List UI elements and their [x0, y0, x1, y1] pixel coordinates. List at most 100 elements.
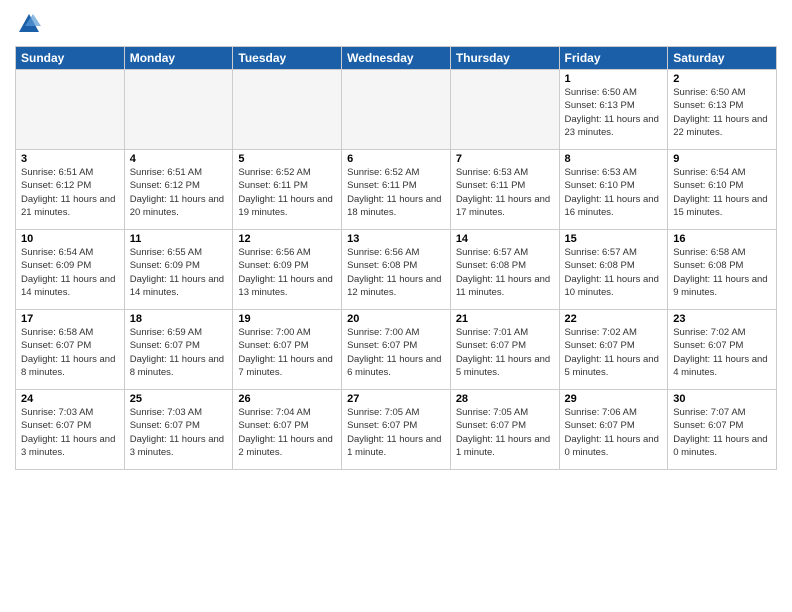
calendar-cell: 24Sunrise: 7:03 AMSunset: 6:07 PMDayligh…	[16, 390, 125, 470]
day-info: Sunrise: 6:54 AMSunset: 6:09 PMDaylight:…	[21, 246, 119, 299]
weekday-saturday: Saturday	[668, 47, 777, 70]
calendar-cell: 28Sunrise: 7:05 AMSunset: 6:07 PMDayligh…	[450, 390, 559, 470]
day-info: Sunrise: 6:59 AMSunset: 6:07 PMDaylight:…	[130, 326, 228, 379]
day-info: Sunrise: 7:04 AMSunset: 6:07 PMDaylight:…	[238, 406, 336, 459]
day-info: Sunrise: 7:03 AMSunset: 6:07 PMDaylight:…	[21, 406, 119, 459]
calendar-cell	[124, 70, 233, 150]
calendar-cell: 3Sunrise: 6:51 AMSunset: 6:12 PMDaylight…	[16, 150, 125, 230]
calendar-cell: 21Sunrise: 7:01 AMSunset: 6:07 PMDayligh…	[450, 310, 559, 390]
calendar-cell: 7Sunrise: 6:53 AMSunset: 6:11 PMDaylight…	[450, 150, 559, 230]
day-info: Sunrise: 6:56 AMSunset: 6:08 PMDaylight:…	[347, 246, 445, 299]
calendar-cell: 4Sunrise: 6:51 AMSunset: 6:12 PMDaylight…	[124, 150, 233, 230]
day-info: Sunrise: 6:52 AMSunset: 6:11 PMDaylight:…	[347, 166, 445, 219]
day-info: Sunrise: 6:55 AMSunset: 6:09 PMDaylight:…	[130, 246, 228, 299]
day-info: Sunrise: 6:50 AMSunset: 6:13 PMDaylight:…	[673, 86, 771, 139]
day-number: 7	[456, 153, 554, 165]
weekday-sunday: Sunday	[16, 47, 125, 70]
day-number: 10	[21, 233, 119, 245]
day-number: 15	[565, 233, 663, 245]
calendar-cell: 17Sunrise: 6:58 AMSunset: 6:07 PMDayligh…	[16, 310, 125, 390]
calendar-cell: 20Sunrise: 7:00 AMSunset: 6:07 PMDayligh…	[342, 310, 451, 390]
day-number: 30	[673, 393, 771, 405]
day-info: Sunrise: 6:56 AMSunset: 6:09 PMDaylight:…	[238, 246, 336, 299]
calendar-cell: 19Sunrise: 7:00 AMSunset: 6:07 PMDayligh…	[233, 310, 342, 390]
day-number: 29	[565, 393, 663, 405]
header	[15, 10, 777, 38]
day-info: Sunrise: 6:57 AMSunset: 6:08 PMDaylight:…	[565, 246, 663, 299]
calendar-cell: 29Sunrise: 7:06 AMSunset: 6:07 PMDayligh…	[559, 390, 668, 470]
logo	[15, 10, 47, 38]
calendar-cell: 13Sunrise: 6:56 AMSunset: 6:08 PMDayligh…	[342, 230, 451, 310]
calendar-cell: 22Sunrise: 7:02 AMSunset: 6:07 PMDayligh…	[559, 310, 668, 390]
day-info: Sunrise: 6:58 AMSunset: 6:07 PMDaylight:…	[21, 326, 119, 379]
calendar-cell: 26Sunrise: 7:04 AMSunset: 6:07 PMDayligh…	[233, 390, 342, 470]
logo-icon	[15, 10, 43, 38]
day-number: 22	[565, 313, 663, 325]
calendar-cell: 1Sunrise: 6:50 AMSunset: 6:13 PMDaylight…	[559, 70, 668, 150]
calendar-cell: 14Sunrise: 6:57 AMSunset: 6:08 PMDayligh…	[450, 230, 559, 310]
calendar-cell: 6Sunrise: 6:52 AMSunset: 6:11 PMDaylight…	[342, 150, 451, 230]
day-number: 12	[238, 233, 336, 245]
day-info: Sunrise: 7:00 AMSunset: 6:07 PMDaylight:…	[347, 326, 445, 379]
day-number: 23	[673, 313, 771, 325]
day-info: Sunrise: 7:01 AMSunset: 6:07 PMDaylight:…	[456, 326, 554, 379]
calendar-week-2: 10Sunrise: 6:54 AMSunset: 6:09 PMDayligh…	[16, 230, 777, 310]
day-info: Sunrise: 6:51 AMSunset: 6:12 PMDaylight:…	[130, 166, 228, 219]
day-info: Sunrise: 7:07 AMSunset: 6:07 PMDaylight:…	[673, 406, 771, 459]
day-number: 11	[130, 233, 228, 245]
day-number: 17	[21, 313, 119, 325]
calendar-cell: 16Sunrise: 6:58 AMSunset: 6:08 PMDayligh…	[668, 230, 777, 310]
calendar-cell: 8Sunrise: 6:53 AMSunset: 6:10 PMDaylight…	[559, 150, 668, 230]
day-info: Sunrise: 7:00 AMSunset: 6:07 PMDaylight:…	[238, 326, 336, 379]
calendar-week-0: 1Sunrise: 6:50 AMSunset: 6:13 PMDaylight…	[16, 70, 777, 150]
calendar-body: 1Sunrise: 6:50 AMSunset: 6:13 PMDaylight…	[16, 70, 777, 470]
day-info: Sunrise: 7:02 AMSunset: 6:07 PMDaylight:…	[565, 326, 663, 379]
day-info: Sunrise: 6:57 AMSunset: 6:08 PMDaylight:…	[456, 246, 554, 299]
calendar-cell	[342, 70, 451, 150]
day-number: 2	[673, 73, 771, 85]
weekday-header: SundayMondayTuesdayWednesdayThursdayFrid…	[16, 47, 777, 70]
calendar-cell: 27Sunrise: 7:05 AMSunset: 6:07 PMDayligh…	[342, 390, 451, 470]
day-info: Sunrise: 7:02 AMSunset: 6:07 PMDaylight:…	[673, 326, 771, 379]
calendar-week-4: 24Sunrise: 7:03 AMSunset: 6:07 PMDayligh…	[16, 390, 777, 470]
calendar-cell: 25Sunrise: 7:03 AMSunset: 6:07 PMDayligh…	[124, 390, 233, 470]
calendar-week-1: 3Sunrise: 6:51 AMSunset: 6:12 PMDaylight…	[16, 150, 777, 230]
day-info: Sunrise: 6:52 AMSunset: 6:11 PMDaylight:…	[238, 166, 336, 219]
day-info: Sunrise: 6:51 AMSunset: 6:12 PMDaylight:…	[21, 166, 119, 219]
day-number: 14	[456, 233, 554, 245]
calendar-cell	[233, 70, 342, 150]
weekday-friday: Friday	[559, 47, 668, 70]
day-number: 3	[21, 153, 119, 165]
day-number: 26	[238, 393, 336, 405]
day-number: 5	[238, 153, 336, 165]
day-info: Sunrise: 7:05 AMSunset: 6:07 PMDaylight:…	[456, 406, 554, 459]
calendar-cell: 12Sunrise: 6:56 AMSunset: 6:09 PMDayligh…	[233, 230, 342, 310]
day-number: 18	[130, 313, 228, 325]
calendar-cell: 5Sunrise: 6:52 AMSunset: 6:11 PMDaylight…	[233, 150, 342, 230]
day-number: 9	[673, 153, 771, 165]
day-info: Sunrise: 6:53 AMSunset: 6:11 PMDaylight:…	[456, 166, 554, 219]
calendar-cell: 11Sunrise: 6:55 AMSunset: 6:09 PMDayligh…	[124, 230, 233, 310]
calendar-cell: 9Sunrise: 6:54 AMSunset: 6:10 PMDaylight…	[668, 150, 777, 230]
calendar-cell: 23Sunrise: 7:02 AMSunset: 6:07 PMDayligh…	[668, 310, 777, 390]
calendar-cell: 30Sunrise: 7:07 AMSunset: 6:07 PMDayligh…	[668, 390, 777, 470]
day-number: 16	[673, 233, 771, 245]
calendar-cell: 2Sunrise: 6:50 AMSunset: 6:13 PMDaylight…	[668, 70, 777, 150]
calendar-cell	[450, 70, 559, 150]
weekday-wednesday: Wednesday	[342, 47, 451, 70]
day-info: Sunrise: 6:50 AMSunset: 6:13 PMDaylight:…	[565, 86, 663, 139]
calendar-cell: 15Sunrise: 6:57 AMSunset: 6:08 PMDayligh…	[559, 230, 668, 310]
day-number: 13	[347, 233, 445, 245]
day-number: 20	[347, 313, 445, 325]
day-number: 4	[130, 153, 228, 165]
day-info: Sunrise: 6:53 AMSunset: 6:10 PMDaylight:…	[565, 166, 663, 219]
weekday-monday: Monday	[124, 47, 233, 70]
calendar-cell	[16, 70, 125, 150]
day-number: 24	[21, 393, 119, 405]
day-number: 1	[565, 73, 663, 85]
calendar: SundayMondayTuesdayWednesdayThursdayFrid…	[15, 46, 777, 470]
calendar-week-3: 17Sunrise: 6:58 AMSunset: 6:07 PMDayligh…	[16, 310, 777, 390]
day-info: Sunrise: 7:05 AMSunset: 6:07 PMDaylight:…	[347, 406, 445, 459]
day-number: 27	[347, 393, 445, 405]
day-info: Sunrise: 6:58 AMSunset: 6:08 PMDaylight:…	[673, 246, 771, 299]
